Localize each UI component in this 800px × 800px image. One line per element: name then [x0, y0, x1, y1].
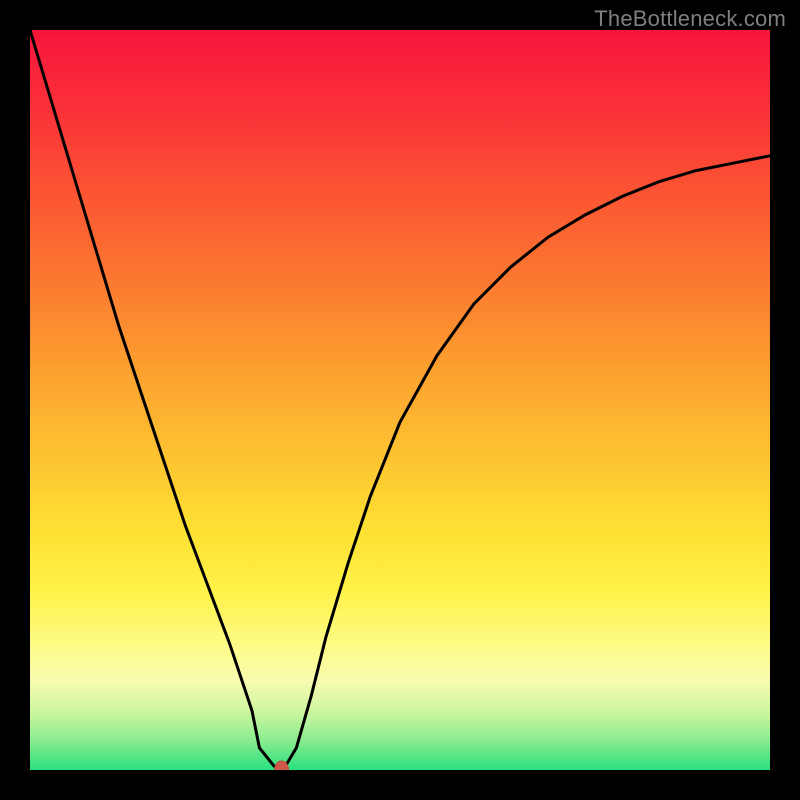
- chart-frame: TheBottleneck.com: [0, 0, 800, 800]
- plot-area: [30, 30, 770, 770]
- curve-layer: [30, 30, 770, 770]
- bottleneck-curve: [30, 30, 770, 766]
- watermark-text: TheBottleneck.com: [594, 6, 786, 32]
- min-point-marker: [275, 761, 289, 770]
